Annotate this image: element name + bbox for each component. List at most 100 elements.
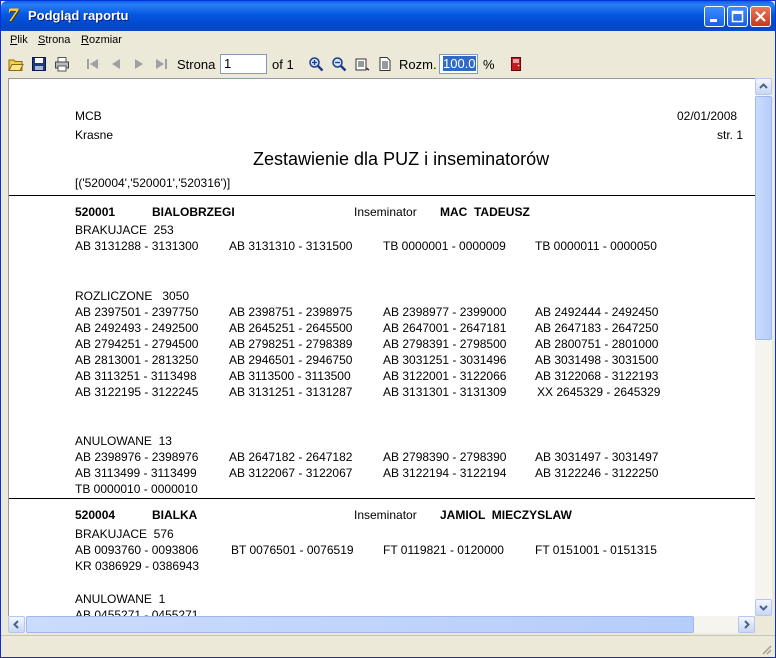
exit-door-icon[interactable] xyxy=(508,56,524,72)
group-label: BRAKUJACE 253 xyxy=(75,223,174,237)
app-logo-icon: 7 xyxy=(7,6,19,26)
zoom-percent-label: % xyxy=(483,57,495,72)
range-cell: AB 2398751 - 2398975 xyxy=(229,305,353,319)
section-code: 520004 xyxy=(75,508,116,522)
range-cell: AB 3131251 - 3131287 xyxy=(229,385,353,399)
menu-rozmiar[interactable]: Rozmiar xyxy=(81,34,122,46)
scroll-up-button[interactable] xyxy=(755,78,772,95)
group-label: ANULOWANE 13 xyxy=(75,434,172,448)
divider xyxy=(9,195,755,196)
range-cell: AB 3031498 - 3031500 xyxy=(535,353,659,367)
range-cell: TB 0000001 - 0000009 xyxy=(383,239,506,253)
range-cell: AB 3122246 - 3122250 xyxy=(535,466,659,480)
inseminator-name: MAC TADEUSZ xyxy=(440,205,530,219)
company-location: Krasne xyxy=(75,128,114,142)
range-cell: AB 3113500 - 3113500 xyxy=(229,369,351,383)
maximize-icon xyxy=(731,10,744,23)
range-cell: AB 3031251 - 3031496 xyxy=(383,353,507,367)
section-name: BIALOBRZEGI xyxy=(152,205,235,219)
range-cell: AB 3131288 - 3131300 xyxy=(75,239,199,253)
inseminator-label: Inseminator xyxy=(354,205,417,219)
close-icon xyxy=(755,11,766,22)
group-label: ROZLICZONE 3050 xyxy=(75,289,190,303)
range-cell: AB 3113251 - 3113498 xyxy=(75,369,197,383)
horizontal-scroll-thumb[interactable] xyxy=(26,616,694,633)
page-number-input[interactable]: 1 xyxy=(220,54,267,74)
report-page: MCB Krasne 02/01/2008 str. 1 Zestawienie… xyxy=(8,78,755,616)
group-label: ANULOWANE 1 xyxy=(75,592,166,606)
report-title: Zestawienie dla PUZ i inseminatorów xyxy=(253,149,550,169)
maximize-button[interactable] xyxy=(727,6,748,27)
range-cell: BT 0076501 - 0076519 xyxy=(231,543,354,557)
open-folder-icon[interactable] xyxy=(8,56,24,72)
minimize-icon xyxy=(710,19,717,22)
zoom-input[interactable]: 100.0 xyxy=(439,54,478,74)
inseminator-name: JAMIOL MIECZYSLAW xyxy=(440,508,572,522)
next-page-icon[interactable] xyxy=(131,56,147,72)
report-page-number: str. 1 xyxy=(717,128,744,142)
range-cell: AB 3122068 - 3122193 xyxy=(535,369,659,383)
range-cell: AB 3031497 - 3031497 xyxy=(535,450,659,464)
divider xyxy=(9,498,755,499)
report-filter: [('520004','520001','520316')] xyxy=(75,176,231,190)
toolbar: Strona 1 of 1 Rozm. 100.0 % xyxy=(1,52,775,77)
save-icon[interactable] xyxy=(31,56,47,72)
range-cell: KR 0386929 - 0386943 xyxy=(75,559,200,573)
menu-plik[interactable]: Plik xyxy=(10,34,28,46)
page-label: Strona xyxy=(177,57,216,72)
whole-page-icon[interactable] xyxy=(377,56,393,72)
range-cell: AB 2647001 - 2647181 xyxy=(383,321,507,335)
range-cell: AB 2798391 - 2798500 xyxy=(383,337,507,351)
group-label: BRAKUJACE 576 xyxy=(75,527,174,541)
range-cell: TB 0000011 - 0000050 xyxy=(535,239,657,253)
range-cell: AB 2398977 - 2399000 xyxy=(383,305,507,319)
range-cell: AB 2397501 - 2397750 xyxy=(75,305,199,319)
zoom-in-icon[interactable] xyxy=(308,56,324,72)
scroll-left-button[interactable] xyxy=(8,616,25,633)
range-cell: AB 2798251 - 2798389 xyxy=(229,337,353,351)
range-cell: AB 2492444 - 2492450 xyxy=(535,305,659,319)
range-cell: AB 0093760 - 0093806 xyxy=(75,543,199,557)
vertical-scrollbar[interactable] xyxy=(755,78,772,616)
range-cell: FT 0151001 - 0151315 xyxy=(535,543,657,557)
range-cell: AB 2492493 - 2492500 xyxy=(75,321,199,335)
range-cell: AB 3122067 - 3122067 xyxy=(229,466,353,480)
range-cell: TB 0000010 - 0000010 xyxy=(75,482,198,496)
scroll-right-button[interactable] xyxy=(738,616,755,633)
range-cell: AB 3113499 - 3113499 xyxy=(75,466,197,480)
vertical-scroll-thumb[interactable] xyxy=(755,96,772,340)
previous-page-icon[interactable] xyxy=(108,56,124,72)
section-code: 520001 xyxy=(75,205,116,219)
scroll-down-button[interactable] xyxy=(755,599,772,616)
range-cell: XX 2645329 - 2645329 xyxy=(537,385,661,399)
range-cell: AB 3122195 - 3122245 xyxy=(75,385,199,399)
range-cell: AB 2800751 - 2801000 xyxy=(535,337,659,351)
range-cell: AB 2946501 - 2946750 xyxy=(229,353,353,367)
last-page-icon[interactable] xyxy=(153,56,169,72)
range-cell: AB 2647183 - 2647250 xyxy=(535,321,659,335)
menu-bar: Plik Strona Rozmiar xyxy=(1,31,775,51)
title-bar[interactable]: 7 Podgląd raportu xyxy=(1,1,775,31)
range-cell: AB 2798390 - 2798390 xyxy=(383,450,507,464)
first-page-icon[interactable] xyxy=(85,56,101,72)
range-cell: AB 3131310 - 3131500 xyxy=(229,239,353,253)
range-cell: AB 3122001 - 3122066 xyxy=(383,369,507,383)
page-count-label: of 1 xyxy=(272,57,294,72)
zoom-label: Rozm. xyxy=(399,57,437,72)
menu-strona[interactable]: Strona xyxy=(38,34,70,46)
close-button[interactable] xyxy=(750,6,771,27)
arrow-up-icon xyxy=(759,83,768,89)
range-cell: AB 2794251 - 2794500 xyxy=(75,337,199,351)
range-cell: FT 0119821 - 0120000 xyxy=(383,543,504,557)
arrow-right-icon xyxy=(744,620,750,629)
inseminator-label: Inseminator xyxy=(354,508,417,522)
resize-grip-icon[interactable] xyxy=(760,643,772,655)
zoom-out-icon[interactable] xyxy=(331,56,347,72)
status-bar xyxy=(1,635,775,657)
company-name: MCB xyxy=(75,109,102,123)
page-width-icon[interactable] xyxy=(354,56,370,72)
print-icon[interactable] xyxy=(54,56,70,72)
range-cell: AB 3122194 - 3122194 xyxy=(383,466,507,480)
horizontal-scrollbar[interactable] xyxy=(8,616,755,633)
minimize-button[interactable] xyxy=(704,6,725,27)
